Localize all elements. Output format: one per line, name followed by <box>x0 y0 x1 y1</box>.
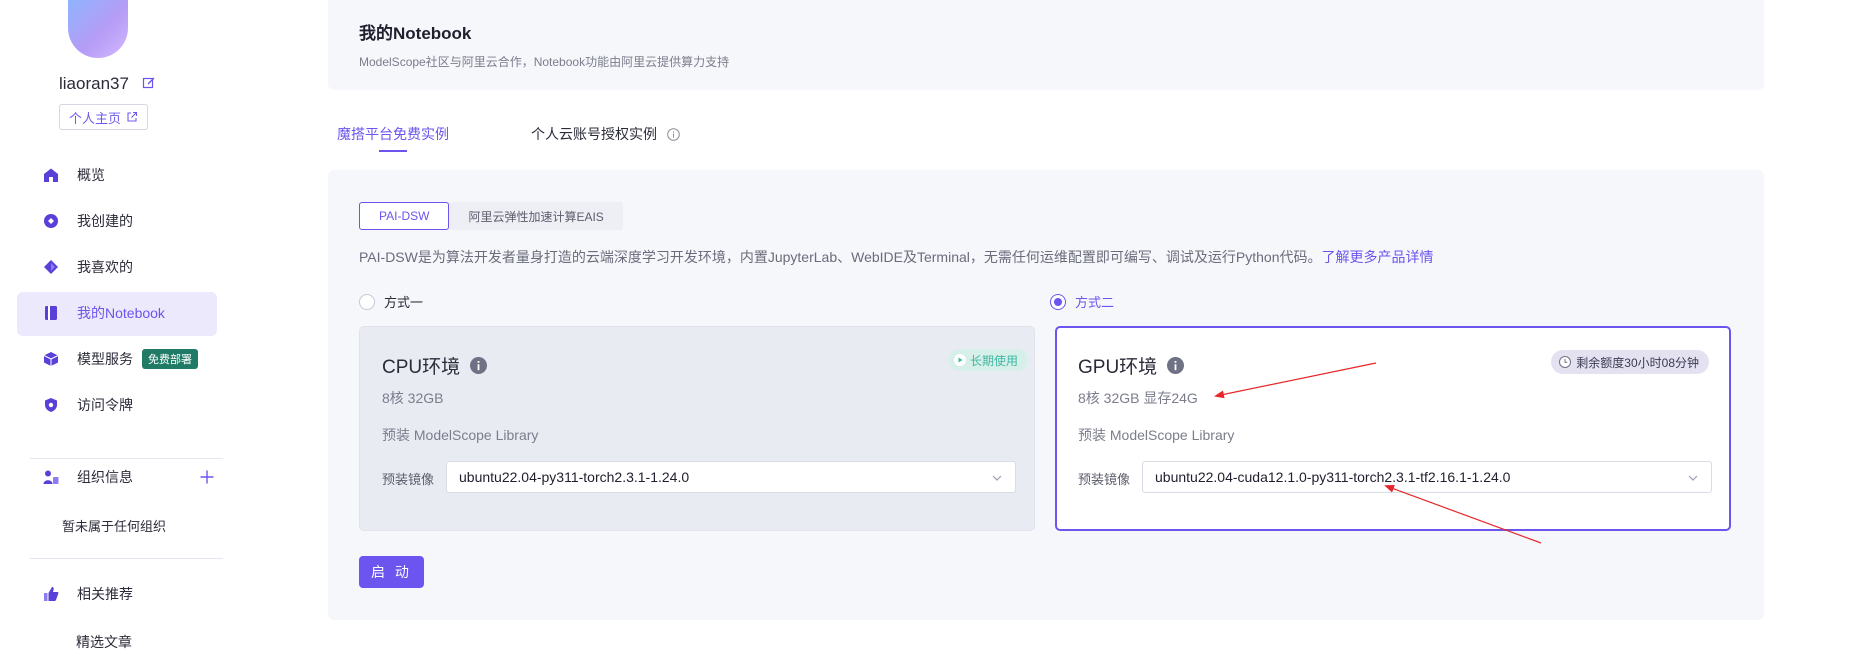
sidebar-item-featured-articles[interactable]: 精选文章 <box>76 632 132 652</box>
tab-label: 个人云账号授权实例 <box>531 126 657 142</box>
chevron-down-icon <box>1688 475 1698 481</box>
notebook-icon <box>45 306 57 320</box>
service-description: PAI-DSW是为算法开发者量身打造的云端深度学习开发环境，内置JupyterL… <box>359 247 1433 267</box>
diamond-icon <box>44 260 58 274</box>
username: liaoran37 <box>59 74 129 93</box>
org-empty-text: 暂未属于任何组织 <box>62 519 167 534</box>
shield-icon <box>45 398 57 412</box>
image-select[interactable]: ubuntu22.04-py311-torch2.3.1-1.24.0 <box>446 461 1016 493</box>
add-org-icon[interactable] <box>200 470 214 484</box>
radio-label: 方式一 <box>384 295 424 310</box>
free-deploy-badge: 免费部署 <box>142 349 198 369</box>
gpu-env-card[interactable]: GPU环境 剩余额度30小时08分钟 8核 32GB 显存24G 预装 Mode… <box>1055 326 1731 531</box>
quota-badge: 剩余额度30小时08分钟 <box>1551 350 1709 374</box>
sidebar-item-label: 我创建的 <box>77 213 133 229</box>
thumbs-up-icon <box>44 587 59 601</box>
sidebar: liaoran37 个人主页 概览 我创建的 我喜欢的 我的Notebook 模… <box>0 0 240 672</box>
active-tab-indicator <box>379 150 407 152</box>
env-title-text: GPU环境 <box>1078 357 1158 378</box>
badge-label: 剩余额度30小时08分钟 <box>1576 355 1699 370</box>
sidebar-item-label: 相关推荐 <box>77 586 133 602</box>
clock-icon <box>1559 356 1572 368</box>
external-link-icon <box>127 111 138 122</box>
sidebar-item-model-service[interactable]: 模型服务 免费部署 <box>0 336 240 382</box>
info-icon[interactable] <box>667 128 680 141</box>
option-1-radio[interactable]: 方式一 <box>359 292 423 311</box>
cpu-env-card[interactable]: CPU环境 长期使用 8核 32GB 预装 ModelScope Library… <box>359 326 1035 531</box>
image-select[interactable]: ubuntu22.04-cuda12.1.0-py311-torch2.3.1-… <box>1142 461 1712 493</box>
learn-more-link[interactable]: 了解更多产品详情 <box>1321 249 1433 265</box>
sidebar-item-label: 我的Notebook <box>77 305 165 321</box>
env-title: GPU环境 <box>1078 352 1185 379</box>
start-button[interactable]: 启 动 <box>359 556 424 588</box>
sidebar-item-label: 访问令牌 <box>77 397 133 413</box>
chevron-down-icon <box>992 475 1002 481</box>
avatar[interactable] <box>68 0 128 58</box>
long-term-badge: 长期使用 <box>947 349 1028 371</box>
sidebar-item-overview[interactable]: 概览 <box>0 152 240 198</box>
radio-label: 方式二 <box>1075 295 1115 310</box>
page-subtitle: ModelScope社区与阿里云合作，Notebook功能由阿里云提供算力支持 <box>359 55 730 69</box>
badge-label: 长期使用 <box>969 353 1018 368</box>
tab-free-instance[interactable]: 魔搭平台免费实例 <box>337 124 449 144</box>
play-icon <box>953 354 966 366</box>
radio-unchecked[interactable] <box>359 293 375 310</box>
home-icon <box>44 168 58 182</box>
org-icon <box>43 470 59 484</box>
profile-link-label: 个人主页 <box>69 110 122 126</box>
tab-label: 魔搭平台免费实例 <box>337 126 449 142</box>
sidebar-item-recommend[interactable]: 相关推荐 <box>0 571 240 617</box>
env-title: CPU环境 <box>382 352 488 379</box>
service-subtabs: PAI-DSW 阿里云弹性加速计算EAIS <box>359 202 623 230</box>
notebook-page: liaoran37 个人主页 概览 我创建的 我喜欢的 我的Notebook 模… <box>0 0 1850 672</box>
subtab-eais[interactable]: 阿里云弹性加速计算EAIS <box>449 202 622 230</box>
env-library: 预装 ModelScope Library <box>382 427 539 443</box>
sidebar-divider <box>30 558 223 559</box>
tab-personal-instance[interactable]: 个人云账号授权实例 <box>531 124 680 144</box>
sidebar-item-notebook[interactable]: 我的Notebook <box>0 290 240 336</box>
env-spec: 8核 32GB <box>382 390 444 406</box>
env-spec: 8核 32GB 显存24G <box>1078 390 1198 406</box>
sidebar-item-label: 概览 <box>77 167 105 183</box>
image-select-value: ubuntu22.04-cuda12.1.0-py311-torch2.3.1-… <box>1155 469 1511 485</box>
info-icon[interactable] <box>1167 357 1185 374</box>
option-2-radio[interactable]: 方式二 <box>1050 292 1114 311</box>
radio-checked[interactable] <box>1050 293 1066 310</box>
create-icon <box>44 214 58 228</box>
image-label: 预装镜像 <box>1078 472 1131 487</box>
sidebar-item-access-token[interactable]: 访问令牌 <box>0 382 240 428</box>
sidebar-item-label: 模型服务 <box>77 351 133 367</box>
sidebar-item-liked[interactable]: 我喜欢的 <box>0 244 240 290</box>
description-text: PAI-DSW是为算法开发者量身打造的云端深度学习开发环境，内置JupyterL… <box>359 249 1322 265</box>
subtab-pai-dsw[interactable]: PAI-DSW <box>359 202 450 230</box>
cube-icon <box>43 352 59 366</box>
profile-link[interactable]: 个人主页 <box>59 104 149 130</box>
env-title-text: CPU环境 <box>382 357 461 378</box>
sidebar-item-label: 组织信息 <box>77 469 133 485</box>
image-label: 预装镜像 <box>382 472 435 487</box>
image-select-value: ubuntu22.04-py311-torch2.3.1-1.24.0 <box>459 469 690 485</box>
page-title: 我的Notebook <box>359 24 472 43</box>
edit-icon[interactable] <box>142 76 156 90</box>
env-library: 预装 ModelScope Library <box>1078 427 1235 443</box>
header-card <box>328 0 1764 90</box>
sidebar-nav: 概览 我创建的 我喜欢的 我的Notebook 模型服务 免费部署 访问令牌 <box>0 152 240 428</box>
sidebar-item-created[interactable]: 我创建的 <box>0 198 240 244</box>
sidebar-item-label: 我喜欢的 <box>77 259 133 275</box>
info-icon[interactable] <box>470 357 488 374</box>
